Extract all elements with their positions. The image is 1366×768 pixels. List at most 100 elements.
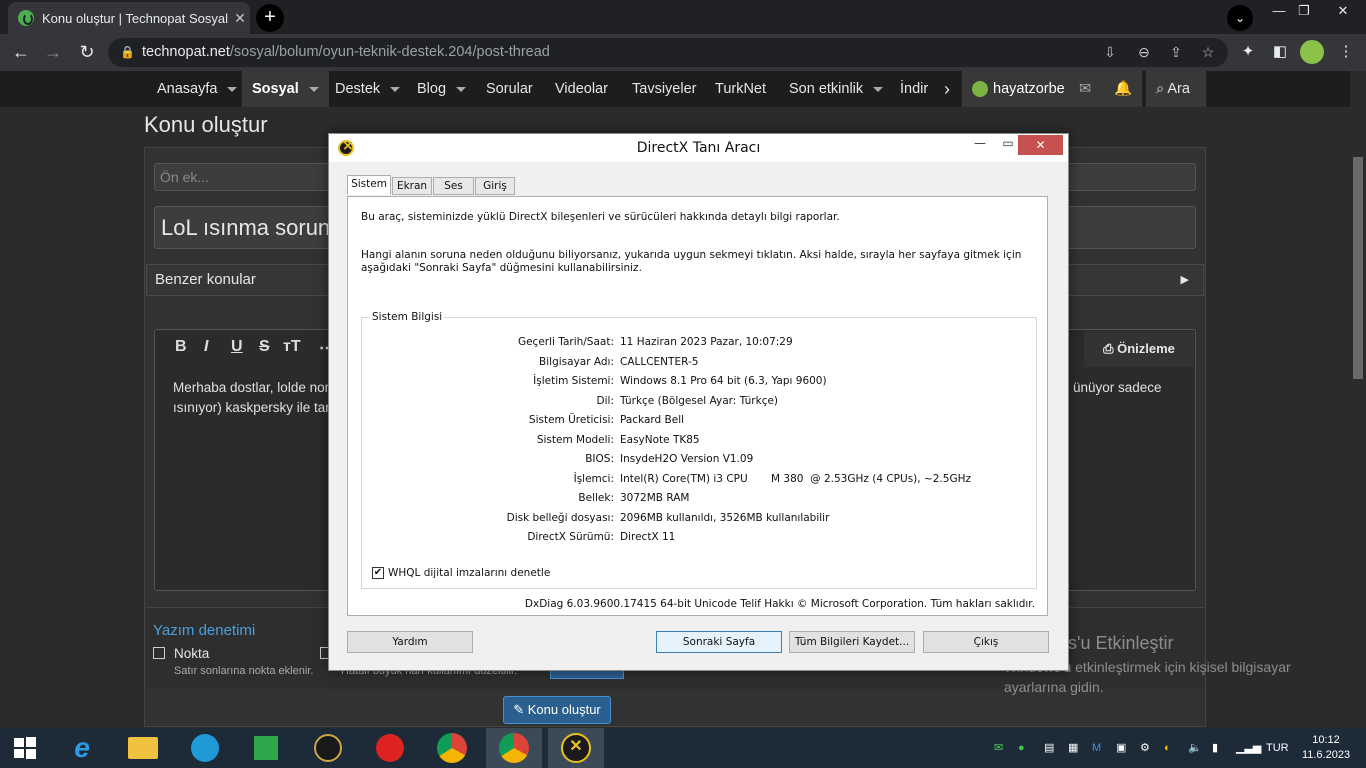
tab-giris[interactable]: Giriş (475, 177, 515, 195)
system-info-group: Sistem Bilgisi Geçerli Tarih/Saat: 11 Haz… (361, 311, 1037, 589)
chevron-down-icon[interactable] (308, 86, 319, 92)
notification-bell-icon[interactable]: 🔔 (1114, 71, 1132, 107)
scrollbar-thumb[interactable] (1353, 157, 1363, 379)
inbox-envelope-icon[interactable]: ✉ (1079, 71, 1091, 107)
directx-diagnostic-taskbar-icon[interactable]: ✕ (548, 728, 604, 768)
input-language[interactable]: TUR (1266, 728, 1289, 768)
editor-text-line1: Merhaba dostlar, lolde nor (173, 380, 330, 395)
nav-item-indir[interactable]: İndir (900, 71, 928, 107)
system-tab-panel: Bu araç, sisteminizde yüklü DirectX bile… (347, 196, 1048, 616)
address-bar[interactable]: 🔒 technopat.net/sosyal/bolum/oyun-teknik… (108, 38, 1228, 67)
info-row: Sistem Modeli: EasyNote TK85 (536, 433, 700, 446)
tab-ses[interactable]: Ses (433, 177, 474, 195)
bold-icon[interactable]: B (175, 338, 187, 356)
chevron-down-icon[interactable] (227, 86, 238, 92)
dialog-close-button[interactable]: ✕ (1018, 135, 1063, 155)
tab-sistem[interactable]: Sistem (347, 175, 391, 195)
nav-scroll-right-icon[interactable]: › (944, 71, 950, 107)
nav-item-sorular[interactable]: Sorular (486, 71, 533, 107)
preview-button[interactable]: ⎙ Önizleme (1084, 331, 1194, 367)
file-explorer-icon[interactable] (115, 728, 171, 768)
bookmark-star-icon[interactable]: ☆ (1196, 38, 1220, 67)
info-row: BIOS: InsydeH2O Version V1.09 (585, 453, 754, 465)
nav-item-destek[interactable]: Destek (335, 71, 401, 107)
new-tab-button[interactable]: + (256, 4, 284, 32)
strikethrough-icon[interactable]: S (259, 338, 270, 356)
update-tray-icon[interactable]: ◐ (1164, 728, 1171, 768)
edge-icon[interactable] (177, 728, 233, 768)
nav-item-anasayfa[interactable]: Anasayfa (157, 71, 238, 107)
browser-toolbar: ← → ↻ 🔒 technopat.net/sosyal/bolum/oyun-… (0, 34, 1366, 71)
internet-explorer-icon[interactable]: e (54, 728, 110, 768)
start-button[interactable] (0, 728, 50, 768)
install-app-icon[interactable]: ⇩ (1098, 38, 1122, 67)
chevron-down-icon[interactable] (390, 86, 401, 92)
dialog-minimize-button[interactable]: — (967, 136, 993, 158)
system-clock[interactable]: 10:12 11.6.2023 (1294, 733, 1358, 763)
league-of-legends-icon[interactable] (300, 728, 356, 768)
preview-icon: ⎙ (1103, 341, 1114, 356)
search-button[interactable]: ⌕ Ara (1146, 71, 1206, 107)
text-size-icon[interactable]: ᴛT (283, 338, 301, 356)
mail-tray-icon[interactable]: ✉ (994, 728, 1003, 768)
period-checkbox[interactable] (153, 647, 165, 659)
network-monitor-tray-icon[interactable]: ▦ (1068, 728, 1078, 768)
help-text: Hangi alanın soruna neden olduğunu biliy… (361, 249, 1022, 274)
italic-icon[interactable]: I (204, 338, 208, 356)
wireless-tray-icon[interactable]: ⚙ (1140, 728, 1150, 768)
username[interactable]: hayatzorbe (993, 71, 1065, 107)
underline-icon[interactable]: U (231, 338, 243, 356)
period-option-label: Nokta (174, 646, 210, 661)
chevron-down-icon[interactable] (456, 86, 467, 92)
share-icon[interactable]: ⇪ (1164, 38, 1188, 67)
back-arrow-icon[interactable]: ← (8, 40, 34, 66)
forward-arrow-icon[interactable]: → (40, 40, 66, 66)
user-menu[interactable]: hayatzorbe ✉ 🔔 (962, 71, 1142, 107)
save-all-info-button[interactable]: Tüm Bilgileri Kaydet... (789, 631, 915, 653)
clock-date: 11.6.2023 (1301, 749, 1351, 761)
user-avatar[interactable] (972, 81, 988, 97)
whql-checkbox[interactable]: ✔ (372, 567, 384, 579)
nav-item-videolar[interactable]: Videolar (555, 71, 608, 107)
usb-tray-icon[interactable]: ▣ (1116, 728, 1126, 768)
page-scrollbar[interactable] (1350, 71, 1366, 728)
game-launcher-icon[interactable] (362, 728, 418, 768)
expand-arrow-icon[interactable]: ▶ (1181, 265, 1189, 295)
malwarebytes-tray-icon[interactable]: M (1092, 728, 1101, 768)
signal-strength-icon[interactable]: ▁▃▅ (1236, 728, 1261, 768)
info-row: İşletim Sistemi: Windows 8.1 Pro 64 bit (… (533, 375, 827, 387)
store-icon[interactable] (238, 728, 294, 768)
editor-text-line1-right: ünüyor sadece (1073, 380, 1162, 395)
battery-icon[interactable]: ▮ (1212, 728, 1218, 768)
reload-icon[interactable]: ↻ (74, 40, 100, 66)
nav-item-sosyal[interactable]: Sosyal (242, 71, 329, 107)
tab-close-icon[interactable]: ✕ (230, 10, 250, 27)
next-page-button[interactable]: Sonraki Sayfa (656, 631, 782, 653)
zoom-icon[interactable]: ⊖ (1132, 38, 1156, 67)
extensions-puzzle-icon[interactable]: ✦ (1236, 40, 1260, 64)
pdf-tray-icon[interactable]: ▤ (1044, 728, 1054, 768)
chrome-active-window-icon[interactable] (486, 728, 542, 768)
tab-search-chevron-icon[interactable]: ⌄ (1227, 5, 1253, 31)
create-thread-button[interactable]: ✎ Konu oluştur (503, 696, 611, 724)
tab-ekran[interactable]: Ekran (392, 177, 432, 195)
nav-item-tavsiyeler[interactable]: Tavsiyeler (632, 71, 696, 107)
browser-menu-icon[interactable]: ⋮ (1334, 40, 1358, 64)
nav-item-blog[interactable]: Blog (417, 71, 467, 107)
profile-avatar[interactable] (1300, 40, 1324, 64)
dialog-titlebar[interactable]: DirectX Tanı Aracı — ▭ ✕ (329, 134, 1068, 162)
side-panel-icon[interactable]: ◧ (1268, 40, 1292, 64)
kaspersky-tray-icon[interactable]: ● (1018, 728, 1025, 768)
clock-time: 10:12 (1312, 734, 1340, 746)
window-close-button[interactable]: ✕ (1320, 0, 1366, 30)
browser-tab[interactable]: Konu oluştur | Technopat Sosyal ✕ (8, 2, 250, 34)
chevron-down-icon[interactable] (873, 86, 884, 92)
help-button[interactable]: Yardım (347, 631, 473, 653)
lock-icon: 🔒 (120, 45, 135, 59)
chrome-icon[interactable] (424, 728, 480, 768)
info-row: Bellek: 3072MB RAM (578, 492, 690, 504)
nav-item-son-etkinlik[interactable]: Son etkinlik (789, 71, 884, 107)
volume-icon[interactable]: 🔈 (1188, 728, 1202, 768)
nav-item-turknet[interactable]: TurkNet (715, 71, 766, 107)
exit-button[interactable]: Çıkış (923, 631, 1049, 653)
